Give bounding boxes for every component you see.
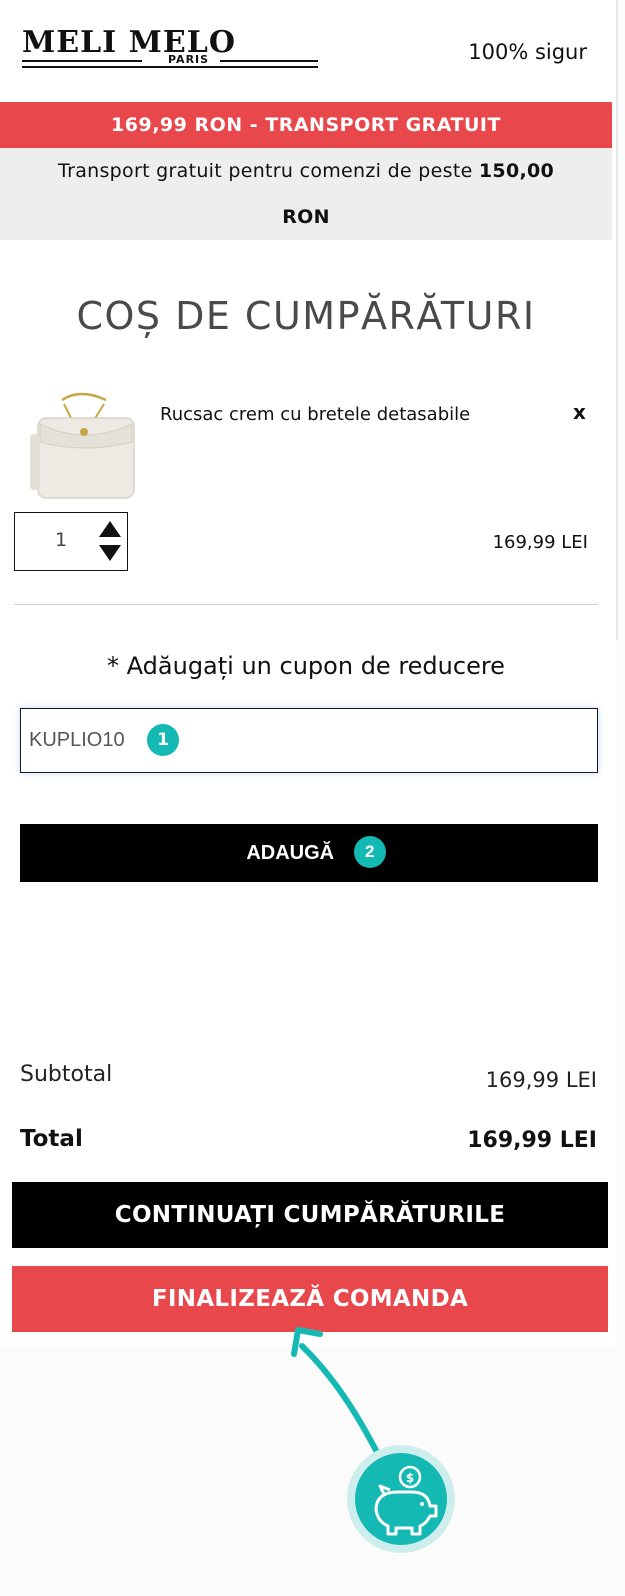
step-badge-1: 1 [147,724,179,756]
up-down-triangles-icon[interactable] [97,519,123,563]
increment-arrow[interactable] [99,521,121,537]
subtotal-value: 169,99 LEI [485,1068,597,1092]
total-label: Total [20,1126,83,1152]
product-name[interactable]: Rucsac crem cu bretele detasabile [160,404,470,425]
checkout-page: MELI MELO PARIS 100% sigur 169,99 RON - … [0,0,625,1596]
step-badge-2: 2 [353,835,386,868]
coupon-input[interactable] [29,709,569,772]
product-image[interactable] [24,390,142,502]
svg-text:$: $ [406,1471,414,1485]
free-shipping-text: Transport gratuit pentru comenzi de pest… [57,160,473,182]
logo-rule-right [220,60,318,62]
quantity-value[interactable]: 1 [55,529,67,551]
logo-rule-bottom [22,66,318,68]
decrement-arrow[interactable] [99,545,121,561]
brand-logo[interactable]: MELI MELO PARIS [22,26,322,70]
secure-label: 100% sigur [468,40,587,64]
logo-subtitle: PARIS [168,53,210,66]
total-value: 169,99 LEI [467,1128,597,1153]
divider [14,604,598,605]
add-coupon-button[interactable]: ADAUGĂ 2 [20,824,598,882]
logo-rule-left [22,60,142,62]
remove-item-button[interactable]: x [573,400,586,424]
coupon-field[interactable]: 1 [20,708,598,773]
free-shipping-banner: 169,99 RON - TRANSPORT GRATUIT [0,102,612,148]
item-price: 169,99 LEI [492,532,588,553]
continue-shopping-button[interactable]: CONTINUAȚI CUMPĂRĂTURILE [12,1182,608,1248]
subtotal-label: Subtotal [20,1062,113,1087]
coupon-label: * Adăugați un cupon de reducere [107,652,505,680]
page-title: COȘ DE CUMPĂRĂTURI [76,294,536,338]
piggy-bank-coin-icon: $ [347,1445,455,1553]
free-shipping-info: Transport gratuit pentru comenzi de pest… [0,148,612,240]
free-shipping-amount: 150,00 [478,160,555,182]
free-shipping-currency: RON [282,206,330,228]
quantity-stepper[interactable]: 1 [14,512,128,571]
scrollbar-track [616,0,618,640]
add-coupon-label: ADAUGĂ [246,842,335,864]
